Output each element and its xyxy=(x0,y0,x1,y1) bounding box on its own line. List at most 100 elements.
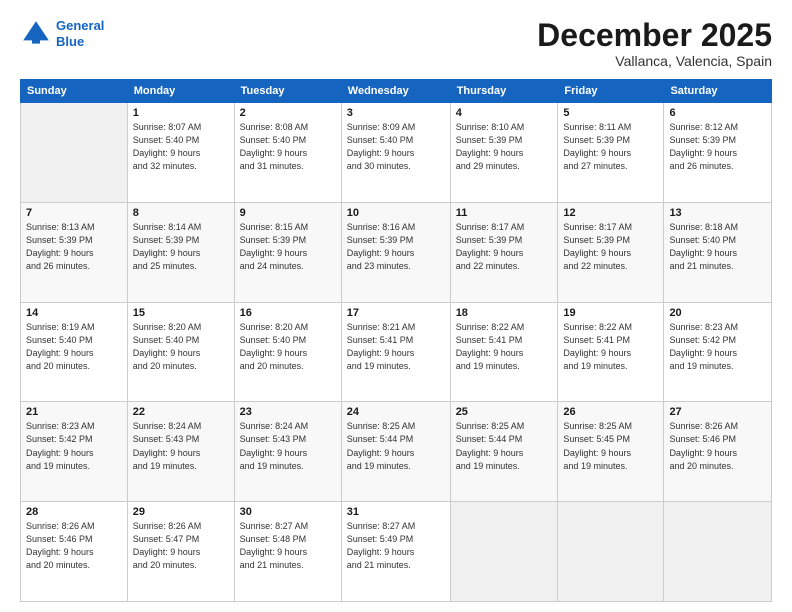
day-info: Sunrise: 8:23 AM Sunset: 5:42 PM Dayligh… xyxy=(26,420,122,472)
calendar-cell: 22Sunrise: 8:24 AM Sunset: 5:43 PM Dayli… xyxy=(127,402,234,502)
day-number: 19 xyxy=(563,307,658,319)
day-number: 14 xyxy=(26,307,122,319)
day-number: 10 xyxy=(347,207,445,219)
day-info: Sunrise: 8:26 AM Sunset: 5:46 PM Dayligh… xyxy=(26,520,122,572)
day-number: 13 xyxy=(669,207,766,219)
day-info: Sunrise: 8:24 AM Sunset: 5:43 PM Dayligh… xyxy=(240,420,336,472)
day-number: 15 xyxy=(133,307,229,319)
day-info: Sunrise: 8:23 AM Sunset: 5:42 PM Dayligh… xyxy=(669,321,766,373)
calendar-cell: 14Sunrise: 8:19 AM Sunset: 5:40 PM Dayli… xyxy=(21,302,128,402)
calendar-cell: 26Sunrise: 8:25 AM Sunset: 5:45 PM Dayli… xyxy=(558,402,664,502)
calendar-cell: 11 Sunrise: 8:17 AM Sunset: 5:39 PM Dayli… xyxy=(450,202,558,302)
day-number: 29 xyxy=(133,506,229,518)
calendar-cell: 9 Sunrise: 8:15 AM Sunset: 5:39 PM Daylig… xyxy=(234,202,341,302)
calendar-cell: 17Sunrise: 8:21 AM Sunset: 5:41 PM Dayli… xyxy=(341,302,450,402)
day-info: Sunrise: 8:18 AM Sunset: 5:40 PM Dayligh… xyxy=(669,221,766,273)
calendar-cell: 28 Sunrise: 8:26 AM Sunset: 5:46 PM Dayli… xyxy=(21,502,128,602)
calendar-cell: 20 Sunrise: 8:23 AM Sunset: 5:42 PM Dayli… xyxy=(664,302,772,402)
day-info: Sunrise: 8:13 AM Sunset: 5:39 PM Dayligh… xyxy=(26,221,122,273)
calendar-cell xyxy=(450,502,558,602)
day-info: Sunrise: 8:22 AM Sunset: 5:41 PM Dayligh… xyxy=(456,321,553,373)
day-info: Sunrise: 8:25 AM Sunset: 5:44 PM Dayligh… xyxy=(347,420,445,472)
day-info: Sunrise: 8:10 AM Sunset: 5:39 PM Dayligh… xyxy=(456,121,553,173)
weekday-header-monday: Monday xyxy=(127,80,234,103)
title-block: December 2025 Vallanca, Valencia, Spain xyxy=(537,18,772,69)
calendar-table: SundayMondayTuesdayWednesdayThursdayFrid… xyxy=(20,79,772,602)
day-number: 27 xyxy=(669,406,766,418)
day-number: 25 xyxy=(456,406,553,418)
calendar-cell: 1 Sunrise: 8:07 AM Sunset: 5:40 PM Daylig… xyxy=(127,103,234,203)
day-number: 26 xyxy=(563,406,658,418)
day-number: 18 xyxy=(456,307,553,319)
calendar-week-row: 14Sunrise: 8:19 AM Sunset: 5:40 PM Dayli… xyxy=(21,302,772,402)
day-number: 7 xyxy=(26,207,122,219)
day-info: Sunrise: 8:21 AM Sunset: 5:41 PM Dayligh… xyxy=(347,321,445,373)
day-info: Sunrise: 8:09 AM Sunset: 5:40 PM Dayligh… xyxy=(347,121,445,173)
page: General Blue December 2025 Vallanca, Val… xyxy=(0,0,792,612)
calendar-week-row: 7 Sunrise: 8:13 AM Sunset: 5:39 PM Daylig… xyxy=(21,202,772,302)
calendar-cell xyxy=(558,502,664,602)
day-number: 9 xyxy=(240,207,336,219)
calendar-cell: 13 Sunrise: 8:18 AM Sunset: 5:40 PM Dayli… xyxy=(664,202,772,302)
day-info: Sunrise: 8:07 AM Sunset: 5:40 PM Dayligh… xyxy=(133,121,229,173)
calendar-cell: 19 Sunrise: 8:22 AM Sunset: 5:41 PM Dayli… xyxy=(558,302,664,402)
calendar-week-row: 21 Sunrise: 8:23 AM Sunset: 5:42 PM Dayli… xyxy=(21,402,772,502)
calendar-cell: 15 Sunrise: 8:20 AM Sunset: 5:40 PM Dayli… xyxy=(127,302,234,402)
calendar-cell: 30Sunrise: 8:27 AM Sunset: 5:48 PM Dayli… xyxy=(234,502,341,602)
weekday-header-tuesday: Tuesday xyxy=(234,80,341,103)
calendar-cell: 6Sunrise: 8:12 AM Sunset: 5:39 PM Daylig… xyxy=(664,103,772,203)
header: General Blue December 2025 Vallanca, Val… xyxy=(20,18,772,69)
day-number: 4 xyxy=(456,107,553,119)
calendar-cell xyxy=(21,103,128,203)
day-number: 28 xyxy=(26,506,122,518)
day-number: 12 xyxy=(563,207,658,219)
day-info: Sunrise: 8:17 AM Sunset: 5:39 PM Dayligh… xyxy=(456,221,553,273)
day-number: 11 xyxy=(456,207,553,219)
calendar-cell: 24 Sunrise: 8:25 AM Sunset: 5:44 PM Dayli… xyxy=(341,402,450,502)
day-info: Sunrise: 8:27 AM Sunset: 5:49 PM Dayligh… xyxy=(347,520,445,572)
day-info: Sunrise: 8:20 AM Sunset: 5:40 PM Dayligh… xyxy=(240,321,336,373)
calendar-cell: 21 Sunrise: 8:23 AM Sunset: 5:42 PM Dayli… xyxy=(21,402,128,502)
day-number: 31 xyxy=(347,506,445,518)
day-number: 20 xyxy=(669,307,766,319)
day-number: 21 xyxy=(26,406,122,418)
calendar-cell: 3Sunrise: 8:09 AM Sunset: 5:40 PM Daylig… xyxy=(341,103,450,203)
day-info: Sunrise: 8:11 AM Sunset: 5:39 PM Dayligh… xyxy=(563,121,658,173)
calendar-week-row: 1 Sunrise: 8:07 AM Sunset: 5:40 PM Daylig… xyxy=(21,103,772,203)
day-number: 8 xyxy=(133,207,229,219)
weekday-header-friday: Friday xyxy=(558,80,664,103)
calendar-cell: 27Sunrise: 8:26 AM Sunset: 5:46 PM Dayli… xyxy=(664,402,772,502)
calendar-cell: 5 Sunrise: 8:11 AM Sunset: 5:39 PM Daylig… xyxy=(558,103,664,203)
day-info: Sunrise: 8:25 AM Sunset: 5:44 PM Dayligh… xyxy=(456,420,553,472)
calendar-cell: 8 Sunrise: 8:14 AM Sunset: 5:39 PM Daylig… xyxy=(127,202,234,302)
day-info: Sunrise: 8:15 AM Sunset: 5:39 PM Dayligh… xyxy=(240,221,336,273)
calendar-cell: 12 Sunrise: 8:17 AM Sunset: 5:39 PM Dayli… xyxy=(558,202,664,302)
day-number: 23 xyxy=(240,406,336,418)
calendar-cell: 31 Sunrise: 8:27 AM Sunset: 5:49 PM Dayli… xyxy=(341,502,450,602)
day-info: Sunrise: 8:16 AM Sunset: 5:39 PM Dayligh… xyxy=(347,221,445,273)
day-info: Sunrise: 8:20 AM Sunset: 5:40 PM Dayligh… xyxy=(133,321,229,373)
calendar-week-row: 28 Sunrise: 8:26 AM Sunset: 5:46 PM Dayli… xyxy=(21,502,772,602)
calendar-cell: 10 Sunrise: 8:16 AM Sunset: 5:39 PM Dayli… xyxy=(341,202,450,302)
calendar-cell xyxy=(664,502,772,602)
weekday-header-saturday: Saturday xyxy=(664,80,772,103)
calendar-cell: 29 Sunrise: 8:26 AM Sunset: 5:47 PM Dayli… xyxy=(127,502,234,602)
day-info: Sunrise: 8:14 AM Sunset: 5:39 PM Dayligh… xyxy=(133,221,229,273)
day-info: Sunrise: 8:26 AM Sunset: 5:47 PM Dayligh… xyxy=(133,520,229,572)
day-number: 1 xyxy=(133,107,229,119)
day-info: Sunrise: 8:24 AM Sunset: 5:43 PM Dayligh… xyxy=(133,420,229,472)
day-number: 5 xyxy=(563,107,658,119)
day-info: Sunrise: 8:22 AM Sunset: 5:41 PM Dayligh… xyxy=(563,321,658,373)
logo: General Blue xyxy=(20,18,104,50)
day-info: Sunrise: 8:27 AM Sunset: 5:48 PM Dayligh… xyxy=(240,520,336,572)
day-number: 24 xyxy=(347,406,445,418)
calendar-cell: 23 Sunrise: 8:24 AM Sunset: 5:43 PM Dayli… xyxy=(234,402,341,502)
calendar-cell: 16 Sunrise: 8:20 AM Sunset: 5:40 PM Dayli… xyxy=(234,302,341,402)
day-info: Sunrise: 8:17 AM Sunset: 5:39 PM Dayligh… xyxy=(563,221,658,273)
logo-general: General xyxy=(56,18,104,33)
day-number: 16 xyxy=(240,307,336,319)
calendar-cell: 18 Sunrise: 8:22 AM Sunset: 5:41 PM Dayli… xyxy=(450,302,558,402)
day-info: Sunrise: 8:12 AM Sunset: 5:39 PM Dayligh… xyxy=(669,121,766,173)
weekday-header-sunday: Sunday xyxy=(21,80,128,103)
weekday-header-thursday: Thursday xyxy=(450,80,558,103)
